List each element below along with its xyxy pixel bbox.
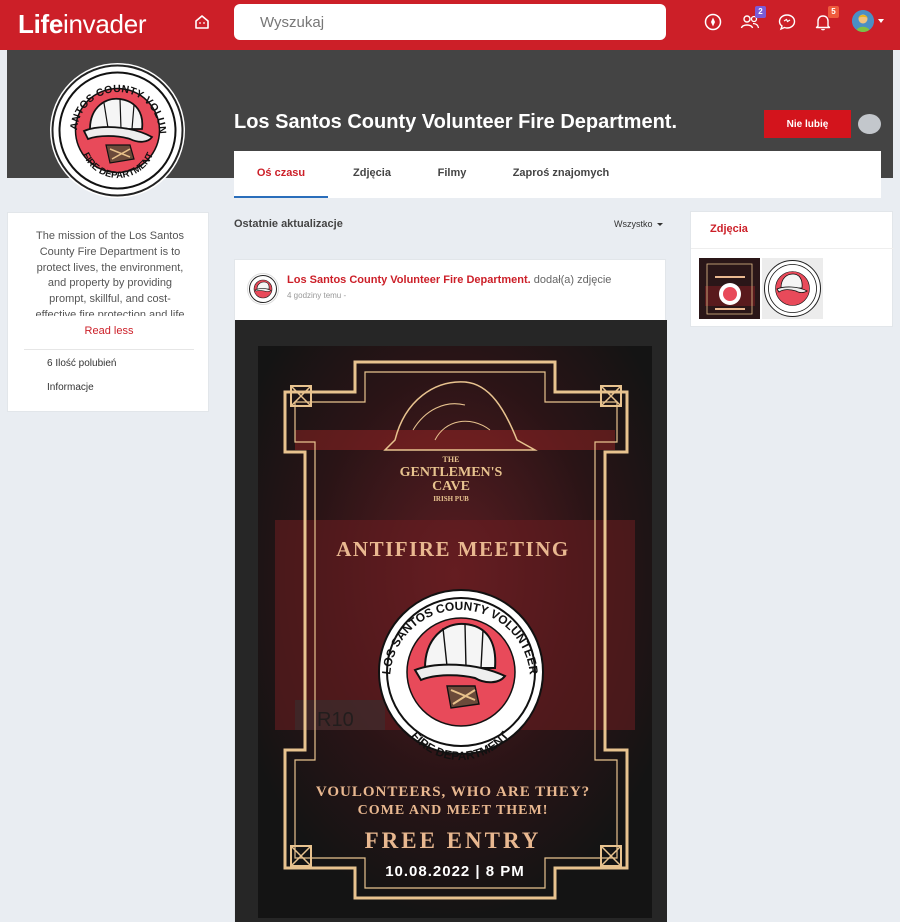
friends-requests-button[interactable]: 2 bbox=[739, 6, 766, 33]
page-profile-picture[interactable]: LOS SANTOS COUNTY VOLUNTEER FIRE DEPARTM… bbox=[46, 54, 185, 198]
home-icon[interactable] bbox=[192, 12, 212, 32]
truck-plate: R10 bbox=[317, 709, 354, 731]
post-card: Los Santos County Volunteer Fire Departm… bbox=[234, 259, 667, 922]
friends-badge: 2 bbox=[755, 6, 766, 18]
info-link[interactable]: Informacje bbox=[47, 382, 94, 393]
poster-logo-name-2: CAVE bbox=[432, 479, 470, 494]
photo-thumbnail[interactable] bbox=[699, 258, 760, 319]
fire-department-badge-logo: LOS SANTOS COUNTY VOLUNTEER FIRE DEPARTM… bbox=[46, 54, 184, 197]
user-menu-caret-icon[interactable] bbox=[878, 19, 884, 23]
photos-widget: Zdjęcia bbox=[690, 211, 894, 327]
top-navbar: Lifeinvader 2 5 bbox=[0, 0, 900, 50]
tab-invite-friends[interactable]: Zaproś znajomych bbox=[488, 151, 634, 198]
brand-light: invader bbox=[63, 9, 147, 39]
post-author-avatar-icon bbox=[249, 275, 277, 303]
poster-logo-the: THE bbox=[443, 455, 460, 464]
photos-widget-title: Zdjęcia bbox=[710, 223, 748, 235]
about-card: The mission of the Los Santos County Fir… bbox=[7, 212, 209, 412]
about-text: The mission of the Los Santos County Fir… bbox=[35, 230, 185, 316]
brand-bold: Life bbox=[18, 9, 64, 39]
likes-count: 6 Ilość polubień bbox=[47, 358, 117, 369]
messages-icon[interactable] bbox=[776, 11, 798, 33]
dislike-button[interactable]: Nie lubię bbox=[764, 110, 851, 138]
poster-heading: ANTIFIRE MEETING bbox=[336, 537, 569, 561]
notifications-badge: 5 bbox=[828, 6, 839, 18]
tab-timeline[interactable]: Oś czasu bbox=[234, 151, 328, 198]
feed-header: Ostatnie aktualizacje bbox=[234, 218, 343, 230]
tab-photos[interactable]: Zdjęcia bbox=[328, 151, 416, 198]
photos-widget-divider bbox=[691, 248, 894, 249]
badge-thumbnail-image bbox=[762, 258, 823, 319]
search-input[interactable] bbox=[234, 4, 666, 40]
poster-logo-name-1: GENTLEMEN'S bbox=[400, 465, 503, 480]
poster-entry: FREE ENTRY bbox=[365, 828, 542, 853]
page-tabs: Oś czasu Zdjęcia Filmy Zaproś znajomych bbox=[234, 151, 881, 198]
user-avatar[interactable] bbox=[852, 10, 874, 32]
read-less-link[interactable]: Read less bbox=[8, 325, 210, 337]
notifications-button[interactable]: 5 bbox=[812, 6, 839, 33]
post-author-link[interactable]: Los Santos County Volunteer Fire Departm… bbox=[287, 274, 531, 286]
app-logo[interactable]: Lifeinvader bbox=[18, 9, 147, 39]
post-timestamp: 4 godziny temu - bbox=[287, 291, 347, 300]
photo-thumbnail[interactable] bbox=[762, 258, 823, 319]
post-image[interactable]: R10 THE GENTLEMEN'S CAVE IRISH PUB ANTIF… bbox=[235, 320, 667, 922]
poster-line-1: VOULONTEERS, WHO ARE THEY? bbox=[316, 784, 590, 800]
page-title: Los Santos County Volunteer Fire Departm… bbox=[234, 111, 678, 133]
poster-thumbnail-image bbox=[699, 258, 760, 319]
feed-filter-dropdown[interactable]: Wszystko bbox=[614, 219, 663, 229]
antifire-meeting-poster: R10 THE GENTLEMEN'S CAVE IRISH PUB ANTIF… bbox=[235, 320, 667, 922]
poster-logo-sub: IRISH PUB bbox=[433, 495, 469, 503]
post-action: dodał(a) zdjęcie bbox=[533, 274, 612, 286]
page-options-toggle[interactable] bbox=[858, 114, 881, 134]
compass-icon[interactable] bbox=[702, 11, 724, 33]
post-author-avatar[interactable] bbox=[247, 273, 279, 305]
poster-line-2: COME AND MEET THEM! bbox=[358, 803, 549, 818]
user-avatar-icon bbox=[852, 10, 874, 32]
poster-date: 10.08.2022 | 8 PM bbox=[385, 863, 525, 880]
about-divider bbox=[24, 349, 194, 350]
tab-videos[interactable]: Filmy bbox=[416, 151, 488, 198]
